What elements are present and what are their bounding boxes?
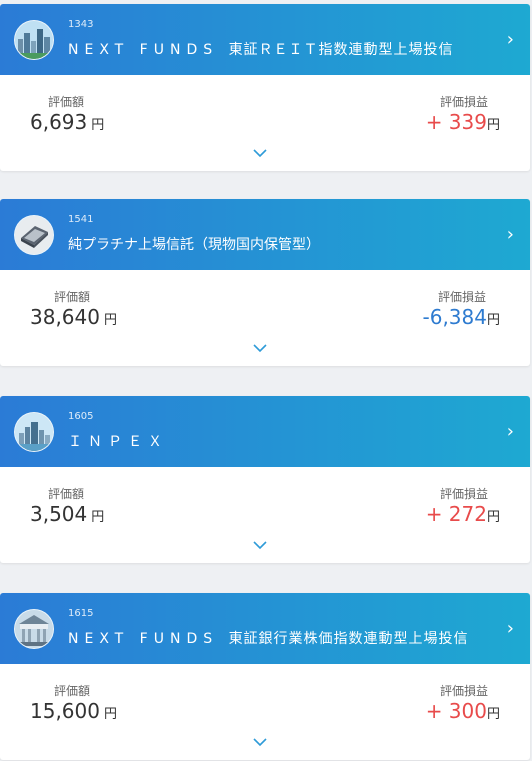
yen-unit: 円 [103, 313, 117, 328]
security-code: 1605 [68, 411, 94, 422]
profit-loss-label: 評価損益 [440, 95, 489, 109]
security-name: NEXT FUNDS 東証ＲＥＩＴ指数連動型上場投信 [68, 39, 454, 59]
holding-card: 1343 NEXT FUNDS 東証ＲＥＩＴ指数連動型上場投信 › 評価額 評価… [0, 4, 530, 171]
security-name-rest: 純プラチナ上場信託（現物国内保管型） [68, 237, 320, 253]
profit-loss-value: + 339円 [426, 110, 500, 134]
valuation-value: 6,693 円 [30, 110, 104, 134]
bank-building-icon [14, 609, 54, 649]
security-code: 1541 [68, 214, 94, 225]
security-name-rest: 東証銀行業株価指数連動型上場投信 [228, 631, 469, 647]
valuation-amount: 15,600 [30, 699, 100, 723]
chevron-down-icon[interactable] [253, 540, 267, 550]
holding-card: 1605 ＩＮＰＥＸ › 評価額 評価損益 3,504 円 + 272円 [0, 396, 530, 563]
platinum-bar-icon [14, 215, 54, 255]
chevron-right-icon: › [506, 224, 514, 245]
security-name: 純プラチナ上場信託（現物国内保管型） [68, 234, 320, 254]
chevron-right-icon: › [506, 421, 514, 442]
valuation-label: 評価額 [48, 95, 85, 109]
holding-card-header[interactable]: 1343 NEXT FUNDS 東証ＲＥＩＴ指数連動型上場投信 › [0, 4, 530, 75]
profit-loss-amount: + 339 [425, 110, 487, 134]
security-code: 1343 [68, 19, 94, 30]
security-name-rest: 東証ＲＥＩＴ指数連動型上場投信 [228, 42, 454, 58]
city-skyline-icon [14, 20, 54, 60]
profit-loss-amount: + 272 [425, 502, 487, 526]
security-name-prefix: ＩＮＰＥＸ [68, 434, 168, 450]
yen-unit: 円 [91, 118, 105, 133]
holding-card-header[interactable]: 1615 NEXT FUNDS 東証銀行業株価指数連動型上場投信 › [0, 593, 530, 664]
valuation-amount: 3,504 [30, 502, 88, 526]
city-skyline-icon [14, 412, 54, 452]
valuation-label: 評価額 [48, 487, 85, 501]
holding-card: 1541 純プラチナ上場信託（現物国内保管型） › 評価額 評価損益 38,64… [0, 199, 530, 366]
valuation-value: 15,600 円 [30, 699, 117, 723]
chevron-right-icon: › [506, 618, 514, 639]
yen-unit: 円 [486, 707, 500, 722]
chevron-right-icon: › [506, 29, 514, 50]
yen-unit: 円 [91, 510, 105, 525]
security-name-prefix: NEXT FUNDS [68, 631, 219, 647]
valuation-amount: 38,640 [30, 305, 100, 329]
security-name: ＩＮＰＥＸ [68, 431, 168, 451]
yen-unit: 円 [486, 510, 500, 525]
security-name: NEXT FUNDS 東証銀行業株価指数連動型上場投信 [68, 628, 469, 648]
profit-loss-amount: + 300 [425, 699, 487, 723]
profit-loss-label: 評価損益 [440, 684, 489, 698]
chevron-down-icon[interactable] [253, 148, 267, 158]
profit-loss-amount: -6,384 [422, 305, 487, 329]
holding-card-header[interactable]: 1541 純プラチナ上場信託（現物国内保管型） › [0, 199, 530, 270]
yen-unit: 円 [486, 118, 500, 133]
holding-card: 1615 NEXT FUNDS 東証銀行業株価指数連動型上場投信 › 評価額 評… [0, 593, 530, 760]
holding-card-header[interactable]: 1605 ＩＮＰＥＸ › [0, 396, 530, 467]
valuation-amount: 6,693 [30, 110, 88, 134]
security-code: 1615 [68, 608, 94, 619]
profit-loss-label: 評価損益 [440, 487, 489, 501]
yen-unit: 円 [486, 313, 500, 328]
chevron-down-icon[interactable] [253, 737, 267, 747]
valuation-value: 3,504 円 [30, 502, 104, 526]
valuation-value: 38,640 円 [30, 305, 117, 329]
valuation-label: 評価額 [54, 684, 91, 698]
chevron-down-icon[interactable] [253, 343, 267, 353]
profit-loss-value: + 272円 [426, 502, 500, 526]
profit-loss-label: 評価損益 [438, 290, 487, 304]
yen-unit: 円 [103, 707, 117, 722]
valuation-label: 評価額 [54, 290, 91, 304]
profit-loss-value: + 300円 [426, 699, 500, 723]
security-name-prefix: NEXT FUNDS [68, 42, 219, 58]
profit-loss-value: -6,384円 [423, 305, 501, 329]
